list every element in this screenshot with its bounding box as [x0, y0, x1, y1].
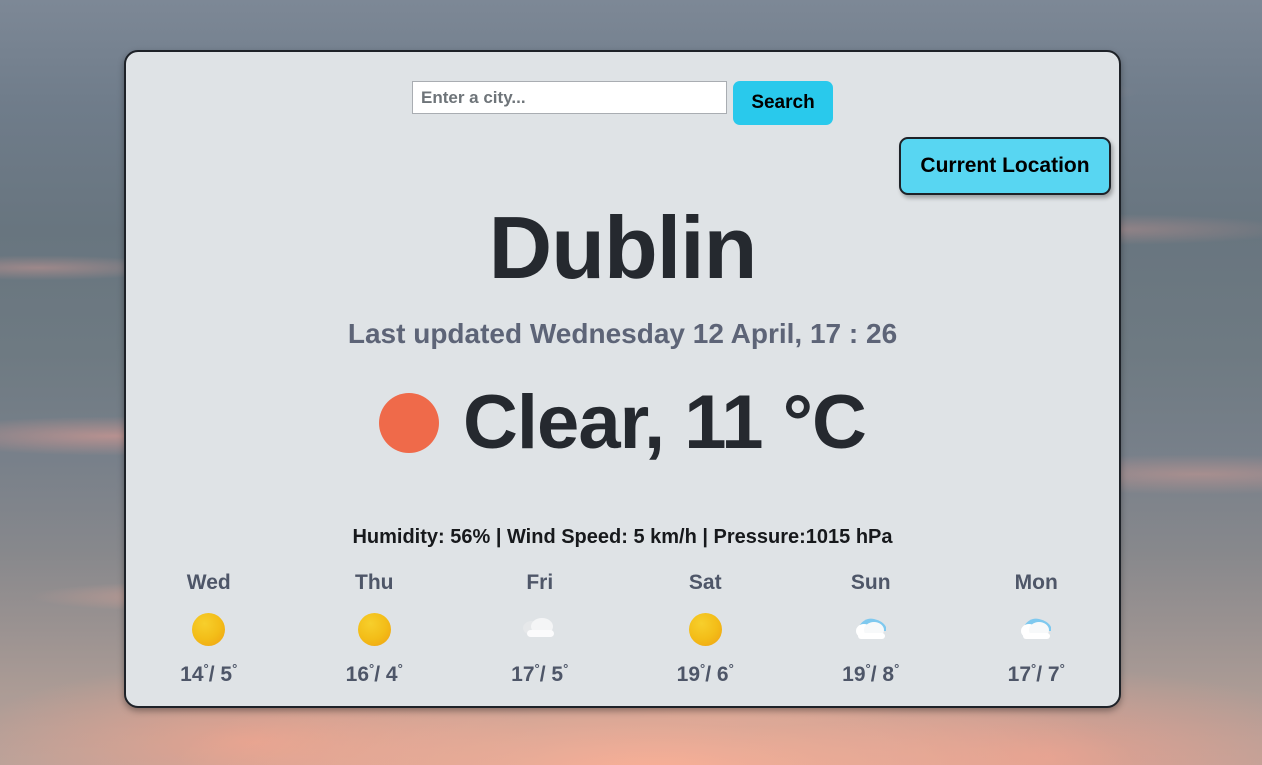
sun-icon: [357, 612, 391, 646]
forecast-temp: 14°/ 5°: [180, 661, 238, 686]
sun-icon: [379, 393, 440, 453]
forecast-day: Thu 16°/ 4°: [292, 572, 458, 685]
forecast-day-label: Sat: [688, 571, 722, 594]
forecast-temp: 19°/ 6°: [676, 661, 734, 686]
current-condition-text: Clear, 11 °C: [463, 380, 867, 465]
current-location-button[interactable]: Current Location: [899, 137, 1111, 195]
forecast-temp: 17°/ 7°: [1007, 661, 1065, 686]
forecast-temp: 19°/ 8°: [842, 661, 900, 686]
search-row: Search: [126, 81, 1119, 125]
forecast-day-label: Wed: [186, 571, 231, 594]
forecast-day-label: Sun: [850, 571, 891, 594]
forecast-temp: 17°/ 5°: [511, 661, 569, 686]
sun-icon: [192, 612, 226, 646]
search-button[interactable]: Search: [733, 81, 833, 125]
weather-card: Search Current Location Dublin Last upda…: [124, 50, 1121, 708]
search-input[interactable]: [412, 81, 727, 114]
forecast-icon: [788, 607, 954, 651]
forecast-day: Wed 14°/ 5°: [126, 572, 292, 685]
forecast-icon: [623, 607, 789, 651]
partly-cloudy-icon: [1016, 614, 1056, 644]
forecast-day-label: Fri: [526, 571, 554, 594]
city-name: Dublin: [488, 198, 758, 297]
weather-stats-text: Humidity: 56% | Wind Speed: 5 km/h | Pre…: [352, 526, 893, 548]
forecast-row: Wed 14°/ 5° Thu 16°/ 4° Fri 17°/ 5° Sat 19°/ 6°…: [126, 572, 1119, 685]
forecast-icon: [292, 607, 458, 651]
forecast-day-label: Thu: [355, 571, 394, 594]
forecast-day-label: Mon: [1014, 571, 1058, 594]
forecast-icon: [954, 607, 1120, 651]
forecast-icon: [457, 607, 623, 651]
current-condition-row: Clear, 11 °C: [126, 385, 1119, 461]
forecast-day: Fri 17°/ 5°: [457, 572, 623, 685]
sun-icon: [688, 612, 722, 646]
forecast-day: Sun 19°/ 8°: [788, 572, 954, 685]
last-updated-text: Last updated Wednesday 12 April, 17 : 26: [347, 318, 898, 349]
forecast-temp: 16°/ 4°: [345, 661, 403, 686]
partly-cloudy-icon: [851, 614, 891, 644]
forecast-icon: [126, 607, 292, 651]
forecast-day: Mon 17°/ 7°: [954, 572, 1120, 685]
cloud-icon: [520, 615, 560, 643]
forecast-day: Sat 19°/ 6°: [623, 572, 789, 685]
